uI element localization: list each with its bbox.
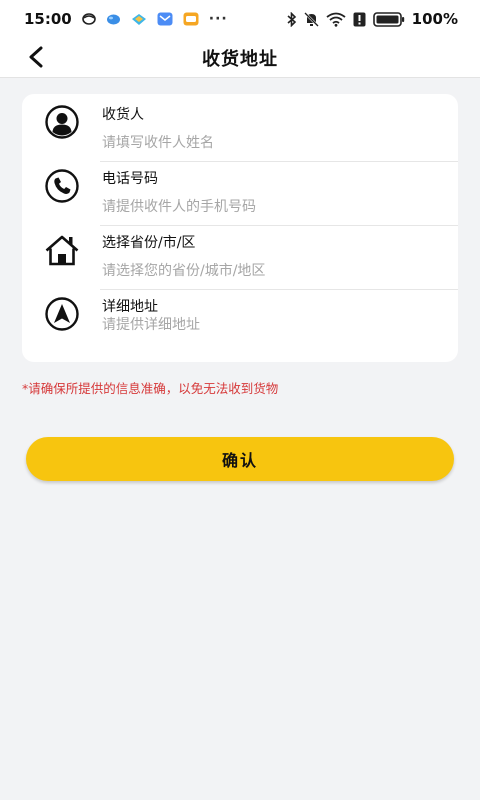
status-left: 15:00 ··· (24, 10, 228, 28)
region-row[interactable]: 选择省份/市/区 (22, 226, 458, 290)
chevron-left-icon (29, 46, 43, 68)
mail-icon (157, 12, 173, 26)
home-icon (45, 235, 79, 266)
status-more: ··· (208, 11, 228, 27)
message-icon (183, 12, 199, 26)
phone-row: 电话号码 (22, 162, 458, 226)
page-title: 收货地址 (202, 48, 278, 70)
address-form-card: 收货人 电话号码 选择省份/市/区 详细地址 (22, 94, 458, 362)
address-input[interactable] (102, 314, 438, 336)
status-time: 15:00 (24, 10, 72, 28)
battery-level: 100% (411, 10, 458, 28)
mute-icon (303, 11, 319, 27)
receiver-input[interactable] (102, 132, 438, 154)
region-select[interactable] (102, 260, 438, 282)
nav-bar: 收货地址 (0, 38, 480, 78)
circle-icon (81, 13, 96, 25)
status-right: 100% (286, 10, 458, 28)
back-button[interactable] (26, 42, 56, 72)
phone-label: 电话号码 (102, 171, 158, 187)
alert-icon (353, 12, 366, 26)
address-row: 详细地址 (22, 290, 458, 346)
bluetooth-icon (287, 11, 296, 27)
wifi-icon (326, 12, 346, 27)
person-icon (45, 105, 79, 139)
diamond-icon (131, 13, 146, 25)
navigation-icon (45, 297, 79, 331)
notice-text: *请确保所提供的信息准确，以免无法收到货物 (22, 381, 279, 396)
bubble-icon (106, 14, 120, 24)
receiver-label: 收货人 (102, 107, 144, 123)
confirm-button[interactable]: 确认 (26, 437, 454, 481)
phone-input[interactable] (102, 196, 438, 218)
address-label: 详细地址 (102, 299, 158, 315)
battery-icon (372, 11, 404, 27)
region-label: 选择省份/市/区 (102, 235, 196, 251)
receiver-row: 收货人 (22, 98, 458, 162)
status-bar: 15:00 ··· 100% (0, 0, 480, 38)
phone-icon (45, 169, 79, 203)
